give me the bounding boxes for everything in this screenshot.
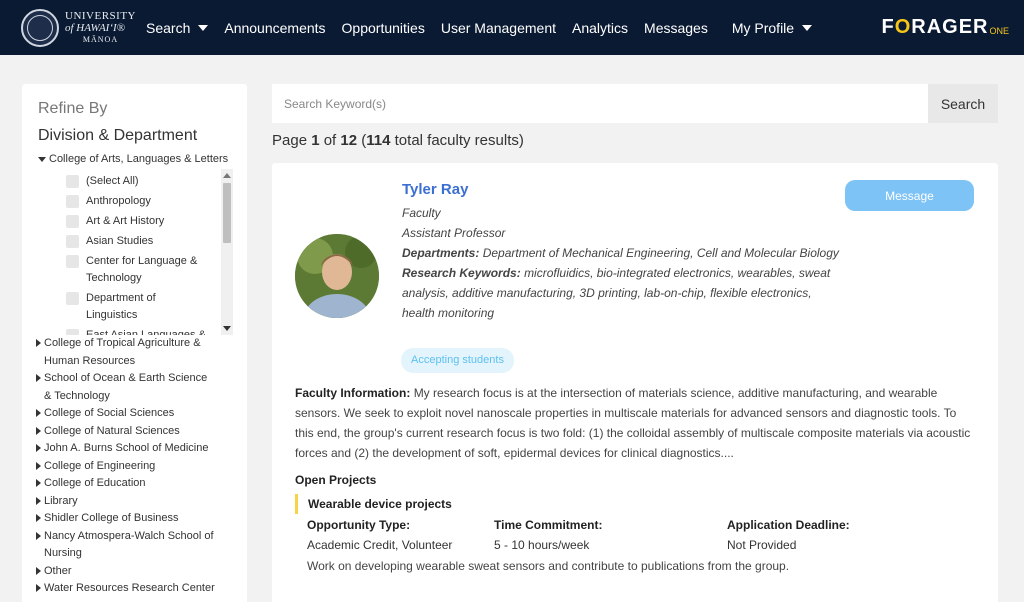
university-logo[interactable]: UNIVERSITY of HAWAI‘I® MĀNOA — [21, 8, 136, 47]
faculty-name-link[interactable]: Tyler Ray — [402, 181, 468, 198]
caret-down-icon — [38, 156, 46, 162]
faculty-meta: Faculty Assistant Professor Departments:… — [402, 203, 842, 323]
caret-right-icon — [36, 514, 41, 522]
checklist-scrollbar[interactable] — [221, 169, 233, 335]
results-count: Page 1 of 12 (114 total faculty results) — [272, 132, 524, 149]
scroll-down-icon[interactable] — [223, 326, 231, 331]
caret-right-icon — [36, 339, 41, 347]
tree-item-college[interactable]: Library — [36, 493, 216, 511]
nav-my-profile[interactable]: My Profile — [732, 20, 813, 36]
nav-analytics[interactable]: Analytics — [572, 20, 628, 36]
faculty-departments: Departments: Department of Mechanical En… — [402, 246, 839, 260]
magnifier-o-icon: O — [894, 16, 912, 38]
tree-item-college[interactable]: Shidler College of Business — [36, 510, 216, 528]
project-title[interactable]: Wearable device projects — [295, 494, 452, 514]
search-input[interactable] — [272, 84, 928, 123]
checkbox-linguistics[interactable]: Department of Linguistics — [66, 290, 233, 324]
nav-user-management[interactable]: User Management — [441, 20, 556, 36]
checkbox[interactable] — [66, 255, 79, 268]
accepting-students-badge: Accepting students — [401, 348, 514, 373]
checkbox-language-technology[interactable]: Center for Language & Technology — [66, 253, 233, 287]
checkbox-art-history[interactable]: Art & Art History — [66, 213, 233, 230]
nav-search[interactable]: Search — [146, 20, 209, 36]
tree-item-college[interactable]: College of Social Sciences — [36, 405, 216, 423]
checkbox-east-asian-languages[interactable]: East Asian Languages & — [66, 327, 233, 335]
message-button[interactable]: Message — [845, 180, 974, 211]
tree-item-college[interactable]: School of Ocean & Earth Science & Techno… — [36, 370, 216, 405]
tree-item-college[interactable]: College of Education — [36, 475, 216, 493]
caret-right-icon — [36, 426, 41, 435]
nav-links: Search Announcements Opportunities User … — [146, 0, 828, 55]
caret-right-icon — [36, 479, 41, 487]
checkbox[interactable] — [66, 235, 79, 248]
checkbox-asian-studies[interactable]: Asian Studies — [66, 233, 233, 250]
chevron-down-icon — [802, 24, 813, 31]
open-projects-heading: Open Projects — [295, 473, 377, 487]
logo-line2: of HAWAI‘I® — [65, 22, 126, 34]
tree-item-college[interactable]: Other — [36, 563, 216, 581]
tree-item-college[interactable]: John A. Burns School of Medicine — [36, 440, 216, 458]
caret-right-icon — [36, 409, 41, 417]
project-description: Work on developing wearable sweat sensor… — [307, 559, 790, 573]
checkbox-anthropology[interactable]: Anthropology — [66, 193, 233, 210]
tree-item-college[interactable]: Nancy Atmospera-Walch School of Nursing — [36, 528, 216, 563]
logo-line3: MĀNOA — [82, 35, 119, 44]
opportunity-type: Opportunity Type: Academic Credit, Volun… — [307, 518, 453, 552]
refine-by-label: Refine By — [38, 100, 108, 117]
faculty-title: Assistant Professor — [402, 226, 506, 240]
scroll-up-icon[interactable] — [223, 173, 231, 178]
faculty-role: Faculty — [402, 206, 441, 220]
caret-right-icon — [36, 531, 41, 540]
tree-item-college[interactable]: College of Tropical Agriculture & Human … — [36, 335, 216, 370]
caret-right-icon — [36, 461, 41, 470]
checkbox[interactable] — [66, 195, 79, 208]
avatar[interactable] — [295, 234, 379, 318]
caret-right-icon — [36, 566, 41, 575]
application-deadline: Application Deadline: Not Provided — [727, 518, 850, 552]
university-seal-icon — [21, 8, 59, 47]
caret-right-icon — [36, 496, 41, 505]
checkbox[interactable] — [66, 215, 79, 228]
chevron-down-icon — [198, 24, 209, 31]
top-nav: UNIVERSITY of HAWAI‘I® MĀNOA Search Anno… — [0, 0, 1024, 55]
time-commitment: Time Commitment: 5 - 10 hours/week — [494, 518, 603, 552]
nav-announcements[interactable]: Announcements — [224, 20, 325, 36]
forager-brand-logo[interactable]: F O RAGER ONE — [881, 16, 1009, 39]
search-button[interactable]: Search — [928, 84, 998, 123]
logo-line1: UNIVERSITY — [65, 10, 136, 22]
checkbox[interactable] — [66, 175, 79, 188]
faculty-keywords: Research Keywords: microfluidics, bio-in… — [402, 266, 831, 320]
caret-right-icon — [36, 584, 41, 592]
scroll-thumb[interactable] — [223, 183, 231, 243]
caret-right-icon — [36, 444, 41, 452]
tree-item-arts-languages-letters[interactable]: College of Arts, Languages & Letters — [38, 153, 231, 165]
faculty-information: Faculty Information: My research focus i… — [295, 386, 971, 460]
tree-item-college[interactable]: Water Resources Research Center — [36, 580, 216, 598]
refine-sidebar: Refine By Division & Department College … — [22, 84, 247, 602]
tree-item-college[interactable]: College of Natural Sciences — [36, 423, 216, 441]
checkbox[interactable] — [66, 329, 79, 335]
division-department-title: Division & Department — [38, 127, 198, 144]
search-bar: Search — [272, 84, 998, 123]
nav-messages[interactable]: Messages — [644, 20, 708, 36]
caret-right-icon — [36, 374, 41, 382]
department-checklist[interactable]: (Select All) Anthropology Art & Art Hist… — [66, 169, 233, 335]
checkbox-select-all[interactable]: (Select All) — [66, 173, 233, 190]
nav-opportunities[interactable]: Opportunities — [342, 20, 425, 36]
checkbox[interactable] — [66, 292, 79, 305]
faculty-card: Tyler Ray Faculty Assistant Professor De… — [272, 163, 998, 602]
tree-item-college[interactable]: College of Engineering — [36, 458, 216, 476]
